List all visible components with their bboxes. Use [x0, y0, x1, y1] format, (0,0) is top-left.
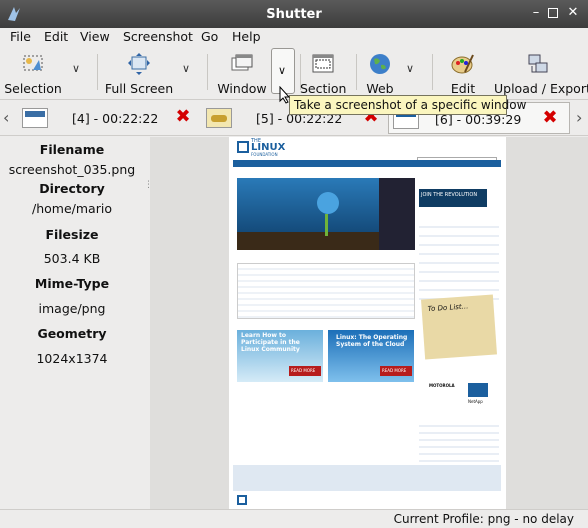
palette-icon: [451, 54, 474, 74]
menu-bar: File Edit View Screenshot Go Help: [0, 28, 588, 48]
tab-thumbnail: [206, 108, 232, 128]
close-tab-icon[interactable]: ✖: [541, 109, 559, 127]
full-screen-dropdown-chevron-icon[interactable]: ∨: [182, 62, 190, 75]
mimetype-value: image/png: [38, 301, 106, 316]
geometry-value: 1024x1374: [36, 351, 108, 366]
directory-label: Directory: [39, 181, 105, 196]
preview-soil: [237, 232, 379, 250]
close-window-icon[interactable]: ✕: [566, 6, 580, 20]
promo-read-more-button: READ MORE: [380, 366, 412, 376]
current-profile-status: Current Profile: png - no delay: [393, 512, 574, 526]
maximize-icon[interactable]: [548, 8, 558, 18]
network-upload-icon: [528, 54, 548, 73]
edit-button[interactable]: Edit: [446, 50, 480, 96]
preview-blog-list: [419, 219, 499, 301]
web-dropdown-chevron-icon[interactable]: ∨: [406, 62, 414, 75]
upload-export-button[interactable]: Upload / Export: [494, 50, 588, 96]
menu-screenshot[interactable]: Screenshot: [123, 29, 193, 44]
full-screen-button[interactable]: Full Screen: [104, 50, 174, 96]
menu-edit[interactable]: Edit: [44, 29, 68, 44]
window-button[interactable]: Window: [215, 50, 269, 96]
tabs-scroll-left-icon[interactable]: ‹: [3, 108, 9, 127]
mimetype-label: Mime-Type: [34, 276, 110, 291]
toolbar-separator: [207, 54, 208, 90]
preview-promo-cloud: Linux: The Operating System of the Cloud…: [328, 330, 414, 382]
tabs-scroll-right-icon[interactable]: ›: [576, 108, 582, 127]
filename-label: Filename: [39, 142, 105, 157]
window-tooltip: Take a screenshot of a specific window: [289, 95, 526, 115]
promo-cloud-text: Linux: The Operating System of the Cloud: [336, 334, 408, 348]
preview-hero-thumbnails: [379, 178, 415, 250]
preview-footer: [233, 465, 501, 491]
logo-text-foundation: FOUNDATION: [251, 152, 278, 157]
preview-links-list: [419, 420, 499, 466]
window-icon: [231, 54, 253, 71]
toolbar-separator: [356, 54, 357, 90]
filesize-label: Filesize: [45, 227, 99, 242]
globe-icon: [370, 54, 390, 74]
full-screen-icon: [128, 53, 150, 75]
preview-promo-participate: Learn How to Participate in the Linux Co…: [237, 330, 323, 382]
toolbar-separator: [432, 54, 433, 90]
section-icon: [312, 54, 334, 73]
window-dropdown-chevron-icon: ∨: [278, 64, 287, 77]
tab-screenshot-4[interactable]: [4] - 00:22:22 ✖: [18, 102, 200, 134]
title-bar: Shutter – ✕: [0, 0, 588, 28]
promo-read-more-button: READ MORE: [289, 366, 321, 376]
preview-motorola-logo: MOTOROLA: [429, 383, 455, 388]
close-tab-icon[interactable]: ✖: [174, 108, 192, 126]
toolbar: Selection ∨ Full Screen ∨ Window ∨ Secti…: [0, 48, 588, 100]
tab-thumbnail: [22, 108, 48, 128]
menu-file[interactable]: File: [10, 29, 31, 44]
preview-netapp-label: NetApp: [468, 399, 483, 404]
web-button[interactable]: Web: [362, 50, 398, 96]
menu-go[interactable]: Go: [201, 29, 218, 44]
selection-icon: [23, 55, 43, 71]
section-button[interactable]: Section: [300, 50, 346, 96]
minimize-icon[interactable]: –: [529, 6, 543, 20]
screenshot-preview: THE LINUX FOUNDATION JOIN THE REVOLUTION…: [229, 137, 506, 509]
preview-news-table: [237, 263, 415, 319]
linux-foundation-logo-icon: [237, 141, 249, 153]
mouse-pointer-icon: [279, 86, 291, 104]
filename-value: screenshot_035.png: [8, 162, 136, 177]
image-viewer[interactable]: THE LINUX FOUNDATION JOIN THE REVOLUTION…: [150, 137, 588, 509]
filesize-value: 503.4 KB: [43, 251, 101, 266]
selection-dropdown-chevron-icon[interactable]: ∨: [72, 62, 80, 75]
status-bar: Current Profile: png - no delay: [0, 509, 588, 528]
menu-help[interactable]: Help: [232, 29, 261, 44]
preview-hero-banner: [237, 178, 379, 250]
selection-button[interactable]: Selection: [4, 50, 62, 96]
pane-resize-handle[interactable]: ⋮: [144, 180, 153, 190]
toolbar-separator: [97, 54, 98, 90]
promo-participate-text: Learn How to Participate in the Linux Co…: [241, 332, 300, 353]
directory-value: /home/mario: [32, 201, 112, 216]
window-title: Shutter: [266, 7, 322, 22]
menu-view[interactable]: View: [80, 29, 110, 44]
preview-footer-logo-icon: [237, 495, 247, 505]
preview-join-banner: JOIN THE REVOLUTION: [419, 189, 487, 207]
properties-panel: Filename screenshot_035.png Directory /h…: [0, 137, 144, 509]
geometry-label: Geometry: [37, 326, 107, 341]
preview-nav-bar: [233, 160, 501, 167]
preview-globe-icon: [317, 192, 339, 214]
preview-netapp-logo-icon: [468, 383, 488, 397]
preview-sprout-icon: [325, 214, 328, 236]
preview-todo-note: To Do List...: [420, 294, 498, 360]
